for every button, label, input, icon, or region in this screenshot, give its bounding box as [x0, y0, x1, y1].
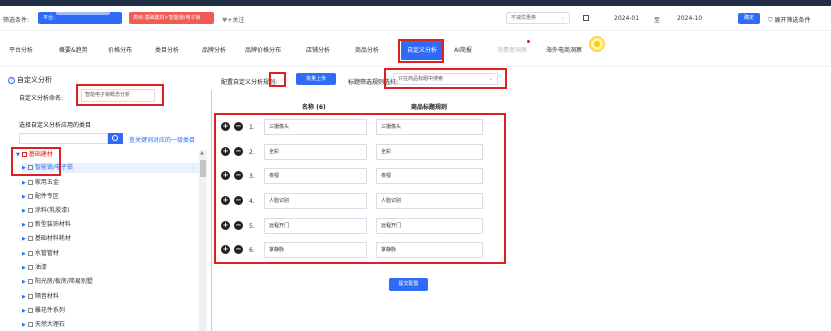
filter-label: 筛选条件:: [3, 17, 30, 24]
tree-item[interactable]: ▶ 雕花件系列: [22, 306, 65, 316]
checkbox[interactable]: [27, 294, 33, 299]
highlight-box-name: [76, 84, 164, 106]
confirm-button[interactable]: 确定: [738, 13, 760, 24]
column-header-rule: 商品标题规则: [411, 104, 448, 111]
date-to[interactable]: 2024-10: [677, 15, 702, 22]
tab-brand[interactable]: 品牌分析: [202, 41, 226, 60]
tab-brand-price[interactable]: 品牌价格分布: [245, 41, 281, 60]
checkbox[interactable]: [27, 236, 33, 241]
date-from[interactable]: 2024-01: [614, 15, 639, 22]
add-follow-button[interactable]: ♥+关注: [222, 15, 244, 24]
blurred-platform-value: [56, 10, 110, 15]
coupon-select[interactable]: 不减优惠券 ⌄: [506, 12, 570, 24]
highlight-box-rows: [214, 113, 506, 264]
checkbox[interactable]: [27, 265, 33, 270]
column-header-name: 名称 (6): [302, 104, 326, 111]
submit-config-button[interactable]: 提交配置: [389, 278, 428, 291]
tree-item[interactable]: ▶ 油漆: [22, 263, 47, 273]
tab-price[interactable]: 价格分布: [108, 41, 132, 60]
tab-platform[interactable]: 平台分析: [9, 41, 33, 60]
triangle-right-icon[interactable]: ▶: [22, 265, 26, 271]
tab-ai-brief[interactable]: AI简报: [454, 41, 472, 60]
expand-filter-button[interactable]: ⛉ 展开筛选条件: [768, 15, 810, 25]
checkbox[interactable]: [27, 279, 33, 284]
tab-overseas[interactable]: 海外电商洞察: [546, 41, 582, 60]
filter-row: 筛选条件: 平台: 类目:基础建材>智能锁/电子锁 ♥+关注 不减优惠券 ⌄ 20…: [0, 7, 831, 31]
page-title: ? 自定义分析: [8, 75, 52, 85]
triangle-right-icon[interactable]: ▶: [22, 279, 26, 285]
highlight-box-config: [269, 72, 286, 87]
chevron-down-icon: ⌄: [560, 15, 565, 21]
new-dot: [527, 40, 530, 43]
tab-overview[interactable]: 概要&趋势: [59, 41, 88, 60]
name-label: 自定义分析命名:: [19, 95, 64, 102]
tab-product[interactable]: 商品分析: [355, 41, 379, 60]
bulk-upload-button[interactable]: 批量上传: [296, 73, 336, 85]
highlight-box-tab: [398, 39, 444, 63]
category-chip[interactable]: 类目:基础建材>智能锁/电子锁: [129, 12, 214, 24]
help-icon[interactable]: ?: [8, 77, 15, 84]
tree-item[interactable]: ▶ 隔音材料: [22, 292, 59, 302]
triangle-right-icon[interactable]: ▶: [22, 322, 26, 328]
date-to-label: 至: [654, 17, 661, 24]
divider: [0, 66, 831, 67]
tree-item[interactable]: ▶ 阳光房/板房/简易别墅: [22, 277, 93, 287]
top-bar: [0, 0, 831, 6]
tab-category[interactable]: 类目分析: [155, 41, 179, 60]
filter-icon: ⛉: [768, 17, 773, 24]
checkbox[interactable]: [27, 322, 33, 327]
tab-store[interactable]: 店铺分析: [306, 41, 330, 60]
highlight-box-select: [384, 68, 507, 89]
tree-item[interactable]: ▶ 天然大理石: [22, 320, 65, 330]
cursor-highlight: [589, 36, 605, 52]
triangle-right-icon[interactable]: ▶: [22, 308, 26, 314]
calendar-icon[interactable]: [583, 15, 589, 21]
triangle-right-icon[interactable]: ▶: [22, 294, 26, 300]
tab-consumer[interactable]: 消费者洞察: [497, 41, 527, 60]
checkbox[interactable]: [27, 308, 33, 313]
